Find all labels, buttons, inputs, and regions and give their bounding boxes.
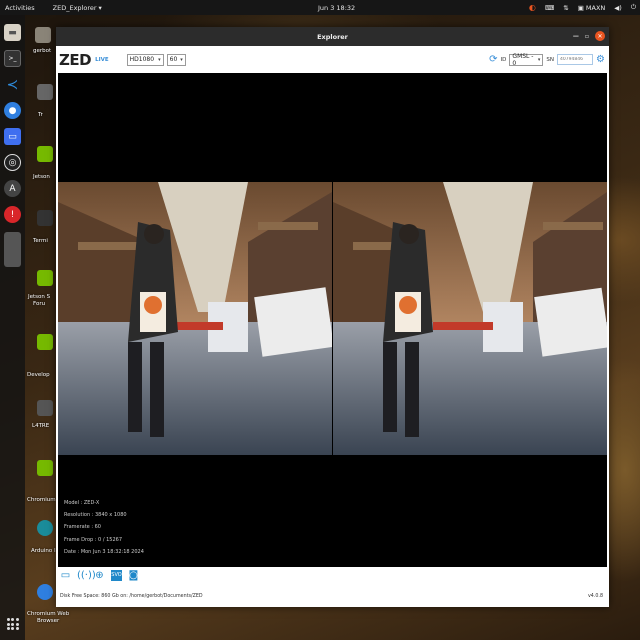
camera-date: Date : Mon Jun 3 18:32:18 2024 <box>64 548 144 555</box>
resolution-value: HD1080 <box>129 56 155 63</box>
desktop-label-chromium: Chromium <box>27 497 56 503</box>
system-top-bar: Activities ZED_Explorer ▾ Jun 3 18:32 ◐ … <box>0 0 640 15</box>
window-title: Explorer <box>317 32 348 41</box>
sn-label: SN <box>546 56 555 63</box>
l4t-icon[interactable] <box>37 400 53 416</box>
left-camera-frame <box>58 182 332 455</box>
nvidia-status-icon[interactable]: ◐ <box>529 3 536 12</box>
chevron-down-icon: ▾ <box>98 3 102 12</box>
camera-frame-drop: Frame Drop : 0 / 15267 <box>64 536 123 543</box>
left-camera-image <box>58 182 332 455</box>
jetson-icon[interactable] <box>37 146 53 162</box>
desktop-label-terminal: Termi <box>33 238 48 244</box>
terminal-desktop-icon[interactable] <box>37 210 53 226</box>
desktop-label-jetson: Jetson <box>33 174 50 180</box>
zed-logo: ZED <box>59 50 92 69</box>
update-icon[interactable]: ! <box>4 206 21 223</box>
maximize-icon[interactable]: ▫ <box>585 33 589 40</box>
arduino-icon[interactable]: A <box>4 180 21 197</box>
chevron-down-icon: ▾ <box>180 56 183 63</box>
record-svo-icon[interactable]: SVO <box>111 570 122 581</box>
fps-value: 60 <box>169 56 178 63</box>
files-icon[interactable]: ▬ <box>4 24 21 41</box>
id-label: ID <box>500 56 507 63</box>
camera-resolution: Resolution : 3840 x 1080 <box>64 512 127 519</box>
show-apps-icon[interactable] <box>6 618 19 630</box>
disk-free-space: Disk Free Space: 860 Gb on: /home/gerbot… <box>60 594 203 599</box>
bottom-bar: ▭ ((·)) ⊕ SVO ◙ Disk Free Space: 860 Gb … <box>56 567 609 607</box>
dock: ▬ >_ ≺ ● ▭ ◎ A ! <box>0 15 25 640</box>
desktop-label-forum: Jetson S Foru <box>28 294 51 307</box>
fps-select[interactable]: 60 ▾ <box>166 53 186 66</box>
app-menu-label: ZED_Explorer <box>52 3 97 12</box>
desktop-label-chromium-browser: Chromium Web Browser <box>27 611 70 624</box>
keyboard-icon[interactable]: ⌨ <box>545 4 554 12</box>
desktop-label-trash: Tr <box>38 112 43 118</box>
minimize-icon[interactable]: — <box>573 33 579 40</box>
vscode-icon[interactable]: ≺ <box>4 76 21 93</box>
trash-icon[interactable] <box>37 84 53 100</box>
chromium-icon[interactable]: ● <box>4 102 21 119</box>
settings-gear-icon[interactable]: ⚙ <box>596 54 605 65</box>
right-camera-frame <box>333 182 607 455</box>
clock[interactable]: Jun 3 18:32 <box>318 4 355 12</box>
desktop-label-developer: Develop <box>27 372 50 378</box>
explorer-window: Explorer — ▫ ✕ ZED LIVE HD1080 ▾ 60 ▾ ⟳ … <box>56 27 609 607</box>
chromium-desktop-icon[interactable] <box>37 460 53 476</box>
refresh-icon[interactable]: ⟳ <box>489 54 497 65</box>
terminal-icon[interactable]: >_ <box>4 50 21 67</box>
home-folder-icon[interactable] <box>35 27 51 43</box>
resolution-select[interactable]: HD1080 ▾ <box>126 53 164 66</box>
power-icon[interactable]: ⏻ <box>631 3 636 12</box>
camera-id-select[interactable]: GMSL - 0 ▾ <box>509 52 544 67</box>
desktop-label-home: gerbot <box>33 48 52 54</box>
power-mode-icon: ▣ <box>577 3 584 12</box>
system-tray[interactable]: ◐ ⌨ ⇅ ▣ MAXN ◀) ⏻ <box>529 3 636 12</box>
sensors-icon[interactable]: ⊕ <box>94 570 105 581</box>
window-titlebar[interactable]: Explorer — ▫ ✕ <box>56 27 609 46</box>
stream-icon[interactable]: ((·)) <box>77 570 96 581</box>
camera-model: Model : ZED-X <box>64 500 100 506</box>
screenshot-icon[interactable]: ▭ <box>4 128 21 145</box>
power-mode-label: MAXN <box>585 3 606 12</box>
folder-icon[interactable]: ▭ <box>60 570 71 581</box>
developer-icon[interactable] <box>37 334 53 350</box>
activities-button[interactable]: Activities <box>5 4 35 12</box>
chromium-browser-icon[interactable] <box>37 584 53 600</box>
right-camera-image <box>333 182 607 455</box>
live-badge: LIVE <box>95 56 109 63</box>
camera-viewport[interactable]: Model : ZED-X Resolution : 3840 x 1080 F… <box>58 73 607 590</box>
jetson-forum-icon[interactable] <box>37 270 53 286</box>
chevron-down-icon: ▾ <box>158 56 161 63</box>
power-mode-indicator[interactable]: ▣ MAXN <box>578 4 606 12</box>
serial-number-input[interactable] <box>557 54 594 65</box>
camera-info-overlay: Model : ZED-X Resolution : 3840 x 1080 F… <box>64 497 144 558</box>
network-icon[interactable]: ⇅ <box>563 4 568 12</box>
camera-id-value: GMSL - 0 <box>512 52 534 67</box>
active-app-indicator[interactable] <box>4 232 21 267</box>
close-icon[interactable]: ✕ <box>595 31 605 41</box>
obs-icon[interactable]: ◎ <box>4 154 21 171</box>
chevron-down-icon: ▾ <box>537 56 541 63</box>
toolbar: ZED LIVE HD1080 ▾ 60 ▾ ⟳ ID GMSL - 0 ▾ S… <box>56 46 609 73</box>
volume-icon[interactable]: ◀) <box>614 4 622 12</box>
arduino-desktop-icon[interactable] <box>37 520 53 536</box>
camera-framerate: Framerate : 60 <box>64 524 101 531</box>
snapshot-icon[interactable]: ◙ <box>128 570 139 581</box>
desktop-label-l4t: L4TRE <box>32 423 50 429</box>
version-label: v4.0.8 <box>587 594 603 599</box>
app-menu[interactable]: ZED_Explorer ▾ <box>53 4 102 12</box>
